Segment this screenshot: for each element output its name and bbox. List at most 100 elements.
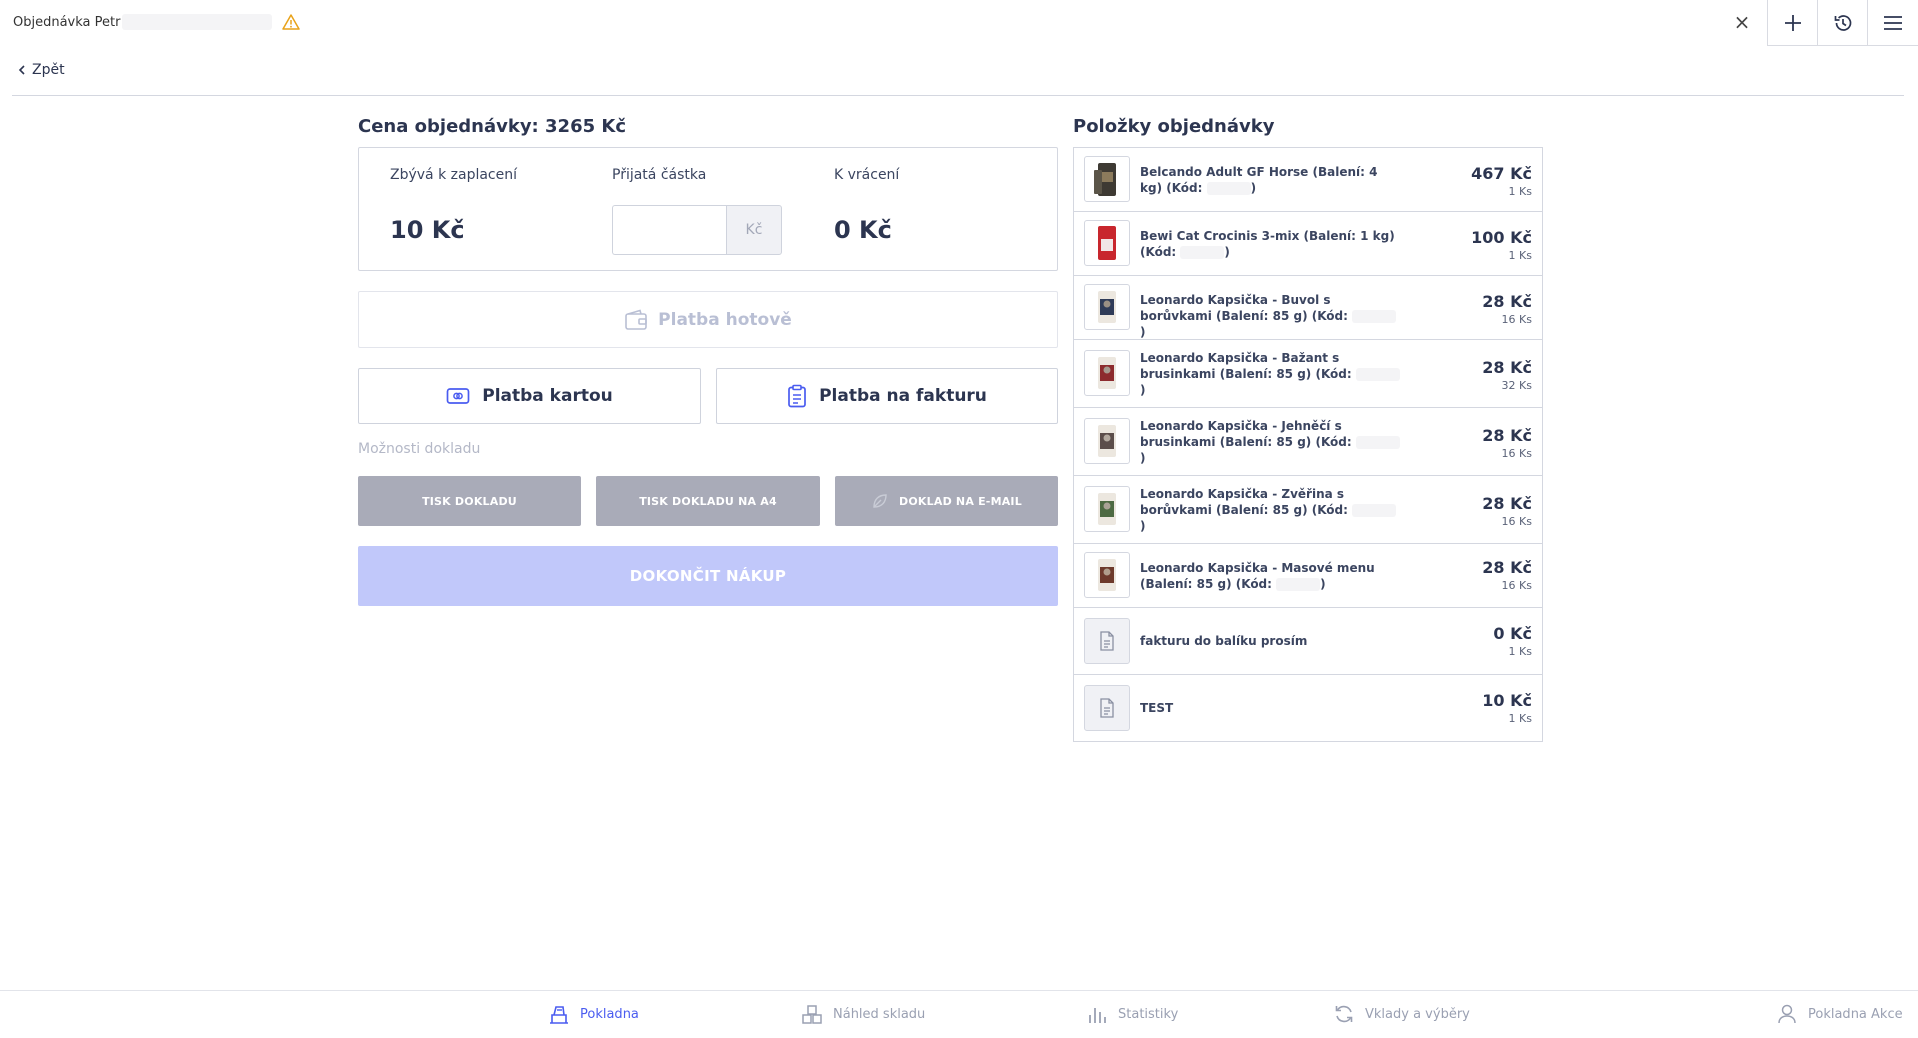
product-thumbnail (1084, 418, 1130, 464)
card-payment-button[interactable]: Platba kartou (358, 368, 701, 424)
nav-statistics-label: Statistiky (1118, 1006, 1179, 1022)
menu-button[interactable] (1867, 0, 1918, 46)
note-thumbnail (1084, 685, 1130, 731)
chevron-left-icon (18, 65, 25, 75)
product-thumbnail (1084, 486, 1130, 532)
nav-statistics[interactable]: Statistiky (1086, 1003, 1178, 1025)
history-button[interactable] (1817, 0, 1867, 46)
received-label: Přijatá částka (612, 167, 707, 183)
header-divider (12, 95, 1904, 96)
item-price: 10 Kč (1482, 691, 1532, 710)
product-thumbnail (1084, 350, 1130, 396)
note-thumbnail (1084, 618, 1130, 664)
remaining-value: 10 Kč (390, 216, 465, 244)
item-quantity: 1 Ks (1508, 249, 1532, 262)
nav-register-actions[interactable]: Pokladna Akce (1776, 1003, 1903, 1025)
product-pouch-image (1098, 493, 1116, 525)
redacted-code (1180, 246, 1225, 259)
print-receipt-button[interactable]: TISK DOKLADU (358, 476, 581, 526)
redacted-code (1352, 504, 1397, 517)
close-icon[interactable]: × (1732, 12, 1752, 32)
item-price: 0 Kč (1493, 624, 1532, 643)
item-price: 28 Kč (1482, 358, 1532, 377)
item-price: 100 Kč (1471, 228, 1532, 247)
list-item[interactable]: Bewi Cat Crocinis 3-mix (Balení: 1 kg) (… (1074, 212, 1542, 276)
item-quantity: 16 Ks (1501, 447, 1532, 460)
list-item[interactable]: Leonardo Kapsička - Buvol s borůvkami (B… (1074, 276, 1542, 340)
redacted-code (1352, 310, 1397, 323)
redacted-code (1206, 182, 1251, 195)
list-item[interactable]: fakturu do balíku prosím 0 Kč 1 Ks (1074, 608, 1542, 675)
list-item[interactable]: Leonardo Kapsička - Jehněčí s brusinkami… (1074, 408, 1542, 476)
user-icon (1778, 1004, 1796, 1024)
product-thumbnail (1084, 284, 1130, 330)
print-receipt-a4-button[interactable]: TISK DOKLADU NA A4 (596, 476, 820, 526)
item-name: Leonardo Kapsička - Zvěřina s borůvkami … (1140, 486, 1400, 534)
cash-payment-button[interactable]: Platba hotově (358, 291, 1058, 348)
currency-unit: Kč (726, 205, 782, 255)
list-item[interactable]: Leonardo Kapsička - Masové menu (Balení:… (1074, 544, 1542, 608)
invoice-payment-label: Platba na fakturu (819, 386, 987, 406)
change-label: K vrácení (834, 167, 900, 183)
redacted-code (1355, 436, 1400, 449)
product-pouch-image (1098, 291, 1116, 323)
refresh-icon (1335, 1005, 1353, 1023)
document-icon (1100, 631, 1114, 651)
plus-icon (1784, 14, 1801, 31)
redacted-customer-name (122, 14, 273, 30)
hamburger-menu-icon (1884, 15, 1902, 30)
item-name: fakturu do balíku prosím (1140, 634, 1308, 648)
new-order-button[interactable] (1767, 0, 1817, 46)
order-tab-title[interactable]: Objednávka Petr (13, 14, 273, 30)
nav-register[interactable]: Pokladna (548, 1003, 639, 1025)
item-name: Leonardo Kapsička - Jehněčí s brusinkami… (1140, 418, 1400, 466)
list-item[interactable]: Leonardo Kapsička - Zvěřina s borůvkami … (1074, 476, 1542, 544)
order-price-title: Cena objednávky: 3265 Kč (358, 116, 627, 137)
list-item[interactable]: TEST 10 Kč 1 Ks (1074, 675, 1542, 741)
warning-icon[interactable] (282, 14, 300, 30)
product-bag-image (1098, 226, 1116, 260)
nav-register-label: Pokladna (580, 1006, 639, 1022)
leaf-icon (873, 494, 887, 508)
item-name: Leonardo Kapsička - Masové menu (Balení:… (1140, 561, 1375, 591)
list-item[interactable]: Belcando Adult GF Horse (Balení: 4 kg) (… (1074, 148, 1542, 212)
item-name: Leonardo Kapsička - Buvol s borůvkami (B… (1140, 292, 1400, 340)
item-price: 467 Kč (1471, 164, 1532, 183)
cash-register-icon (550, 1006, 568, 1024)
change-value: 0 Kč (834, 216, 892, 244)
cash-payment-label: Platba hotově (658, 309, 792, 330)
item-quantity: 1 Ks (1508, 712, 1532, 725)
nav-deposits[interactable]: Vklady a výběry (1333, 1003, 1470, 1025)
nav-register-actions-label: Pokladna Akce (1808, 1006, 1903, 1022)
bar-chart-icon (1089, 1008, 1106, 1023)
payment-summary: Zbývá k zaplacení 10 Kč Přijatá částka K… (358, 147, 1058, 271)
card-icon (446, 388, 470, 404)
item-quantity: 1 Ks (1508, 185, 1532, 198)
finish-purchase-button[interactable]: DOKONČIT NÁKUP (358, 546, 1058, 606)
bottom-navigation: Pokladna Náhled skladu Statistiky Vklady… (0, 990, 1918, 1038)
item-price: 28 Kč (1482, 292, 1532, 311)
order-items-list: Belcando Adult GF Horse (Balení: 4 kg) (… (1073, 147, 1543, 742)
product-pouch-image (1098, 357, 1116, 389)
wallet-icon (625, 309, 647, 330)
email-receipt-button[interactable]: DOKLAD NA E-MAIL (835, 476, 1058, 526)
item-quantity: 16 Ks (1501, 313, 1532, 326)
print-receipt-label: TISK DOKLADU (422, 494, 517, 508)
item-quantity: 16 Ks (1501, 515, 1532, 528)
nav-stock-label: Náhled skladu (833, 1006, 926, 1022)
redacted-code (1355, 368, 1400, 381)
nav-stock[interactable]: Náhled skladu (801, 1003, 925, 1025)
list-item[interactable]: Leonardo Kapsička - Bažant s brusinkami … (1074, 340, 1542, 408)
item-price: 28 Kč (1482, 558, 1532, 577)
order-items-title: Položky objednávky (1073, 116, 1275, 137)
finish-purchase-label: DOKONČIT NÁKUP (629, 567, 787, 585)
document-icon (1100, 698, 1114, 718)
received-amount-input[interactable] (612, 205, 726, 255)
print-receipt-a4-label: TISK DOKLADU NA A4 (639, 494, 777, 508)
back-link[interactable]: Zpět (18, 62, 65, 78)
item-quantity: 1 Ks (1508, 645, 1532, 658)
invoice-payment-button[interactable]: Platba na fakturu (716, 368, 1058, 424)
item-quantity: 32 Ks (1501, 379, 1532, 392)
clipboard-icon (788, 384, 806, 408)
item-price: 28 Kč (1482, 426, 1532, 445)
